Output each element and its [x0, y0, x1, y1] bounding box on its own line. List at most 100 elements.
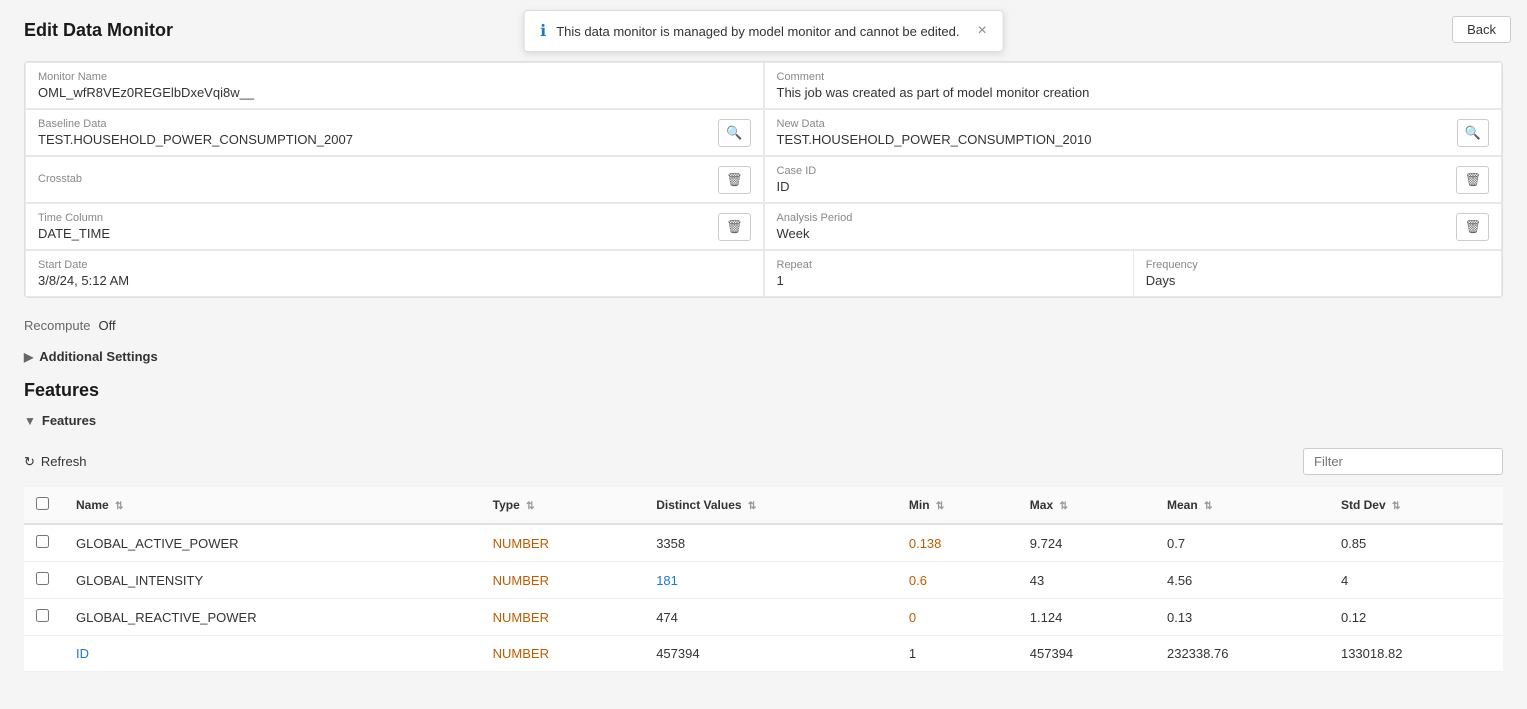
comment-field: Comment This job was created as part of …	[764, 62, 1503, 109]
analysis-period-delete-button[interactable]: 🗑	[1456, 213, 1489, 241]
toast-message: This data monitor is managed by model mo…	[556, 24, 959, 39]
select-all-checkbox[interactable]	[36, 497, 49, 510]
col-mean-header[interactable]: Mean ⇅	[1155, 487, 1329, 524]
col-distinct-header[interactable]: Distinct Values ⇅	[644, 487, 897, 524]
row-min: 0.138	[897, 524, 1018, 562]
case-id-value: ID	[777, 179, 1457, 194]
recompute-row: Recompute Off	[24, 310, 1503, 341]
row-checkbox[interactable]	[36, 572, 49, 585]
row-distinct: 3358	[644, 524, 897, 562]
features-table: Name ⇅ Type ⇅ Distinct Values ⇅ Min ⇅ Ma…	[24, 487, 1503, 672]
row-name: GLOBAL_INTENSITY	[64, 562, 481, 599]
start-date-label: Start Date	[38, 259, 751, 271]
crosstab-field: Crosstab 🗑	[25, 156, 764, 203]
row-mean: 0.7	[1155, 524, 1329, 562]
form-section: Monitor Name OML_wfR8VEz0REGElbDxeVqi8w_…	[24, 61, 1503, 298]
monitor-name-label: Monitor Name	[38, 71, 751, 83]
additional-settings-label: Additional Settings	[39, 349, 157, 364]
row-type: NUMBER	[481, 636, 645, 672]
table-row: IDNUMBER4573941457394232338.76133018.82	[24, 636, 1503, 672]
col-stddev-header[interactable]: Std Dev ⇅	[1329, 487, 1503, 524]
start-date-field: Start Date 3/8/24, 5:12 AM	[25, 250, 764, 297]
features-collapsible-toggle[interactable]: ▼ Features	[24, 413, 1503, 428]
recompute-value: Off	[98, 318, 115, 333]
table-row: GLOBAL_REACTIVE_POWERNUMBER47401.1240.13…	[24, 599, 1503, 636]
col-max-header[interactable]: Max ⇅	[1018, 487, 1155, 524]
row-max: 43	[1018, 562, 1155, 599]
refresh-label: Refresh	[41, 454, 87, 469]
refresh-icon: ↻	[24, 454, 35, 470]
type-sort-icon: ⇅	[526, 501, 534, 512]
case-id-delete-button[interactable]: 🗑	[1456, 166, 1489, 194]
features-collapsible-label: Features	[42, 413, 96, 428]
row-std-dev: 133018.82	[1329, 636, 1503, 672]
mean-sort-icon: ⇅	[1204, 501, 1212, 512]
row-type: NUMBER	[481, 599, 645, 636]
col-name-header[interactable]: Name ⇅	[64, 487, 481, 524]
name-sort-icon: ⇅	[115, 501, 123, 512]
table-row: GLOBAL_ACTIVE_POWERNUMBER33580.1389.7240…	[24, 524, 1503, 562]
baseline-data-value: TEST.HOUSEHOLD_POWER_CONSUMPTION_2007	[38, 132, 718, 147]
chevron-right-icon: ▶	[24, 350, 33, 364]
col-type-header[interactable]: Type ⇅	[481, 487, 645, 524]
row-mean: 232338.76	[1155, 636, 1329, 672]
repeat-label: Repeat	[777, 259, 1121, 271]
case-id-label: Case ID	[777, 165, 1457, 177]
repeat-frequency-cell: Repeat 1 Frequency Days	[764, 250, 1503, 297]
chevron-down-icon: ▼	[24, 414, 36, 428]
row-max: 9.724	[1018, 524, 1155, 562]
time-column-delete-button[interactable]: 🗑	[718, 213, 751, 241]
crosstab-delete-button[interactable]: 🗑	[718, 166, 751, 194]
new-data-field: New Data TEST.HOUSEHOLD_POWER_CONSUMPTIO…	[764, 109, 1503, 156]
row-mean: 0.13	[1155, 599, 1329, 636]
new-data-search-button[interactable]: 🔍	[1457, 119, 1489, 147]
row-name: ID	[64, 636, 481, 672]
toast-close-button[interactable]: ×	[977, 22, 986, 40]
refresh-button[interactable]: ↻ Refresh	[24, 454, 86, 470]
repeat-field: Repeat 1	[765, 251, 1133, 296]
max-sort-icon: ⇅	[1059, 501, 1067, 512]
distinct-sort-icon: ⇅	[748, 501, 756, 512]
start-date-value: 3/8/24, 5:12 AM	[38, 273, 751, 288]
info-icon: ℹ	[540, 21, 546, 41]
additional-settings-toggle[interactable]: ▶ Additional Settings	[24, 349, 1503, 364]
row-type: NUMBER	[481, 524, 645, 562]
case-id-field: Case ID ID 🗑	[764, 156, 1503, 203]
time-column-value: DATE_TIME	[38, 226, 718, 241]
baseline-search-button[interactable]: 🔍	[718, 119, 750, 147]
row-checkbox-cell	[24, 524, 64, 562]
analysis-period-field: Analysis Period Week 🗑	[764, 203, 1503, 250]
row-type: NUMBER	[481, 562, 645, 599]
features-section-title: Features	[24, 380, 1503, 401]
time-column-field: Time Column DATE_TIME 🗑	[25, 203, 764, 250]
col-min-header[interactable]: Min ⇅	[897, 487, 1018, 524]
row-checkbox[interactable]	[36, 535, 49, 548]
monitor-name-value: OML_wfR8VEz0REGElbDxeVqi8w__	[38, 85, 751, 100]
select-all-header[interactable]	[24, 487, 64, 524]
row-checkbox-cell	[24, 599, 64, 636]
toast-banner: ℹ This data monitor is managed by model …	[523, 10, 1004, 52]
frequency-value: Days	[1146, 273, 1489, 288]
row-min: 1	[897, 636, 1018, 672]
row-std-dev: 0.12	[1329, 599, 1503, 636]
baseline-data-label: Baseline Data	[38, 118, 718, 130]
comment-label: Comment	[777, 71, 1490, 83]
time-column-label: Time Column	[38, 212, 718, 224]
new-data-label: New Data	[777, 118, 1457, 130]
row-distinct: 474	[644, 599, 897, 636]
recompute-label: Recompute	[24, 318, 90, 333]
filter-input[interactable]	[1303, 448, 1503, 475]
baseline-data-field: Baseline Data TEST.HOUSEHOLD_POWER_CONSU…	[25, 109, 764, 156]
row-name: GLOBAL_ACTIVE_POWER	[64, 524, 481, 562]
frequency-field: Frequency Days	[1133, 251, 1501, 296]
repeat-value: 1	[777, 273, 1121, 288]
back-button[interactable]: Back	[1452, 16, 1511, 43]
new-data-value: TEST.HOUSEHOLD_POWER_CONSUMPTION_2010	[777, 132, 1457, 147]
analysis-period-label: Analysis Period	[777, 212, 1457, 224]
table-row: GLOBAL_INTENSITYNUMBER1810.6434.564	[24, 562, 1503, 599]
row-checkbox[interactable]	[36, 609, 49, 622]
frequency-label: Frequency	[1146, 259, 1489, 271]
crosstab-label: Crosstab	[38, 173, 718, 185]
table-toolbar: ↻ Refresh	[24, 440, 1503, 483]
monitor-name-field: Monitor Name OML_wfR8VEz0REGElbDxeVqi8w_…	[25, 62, 764, 109]
